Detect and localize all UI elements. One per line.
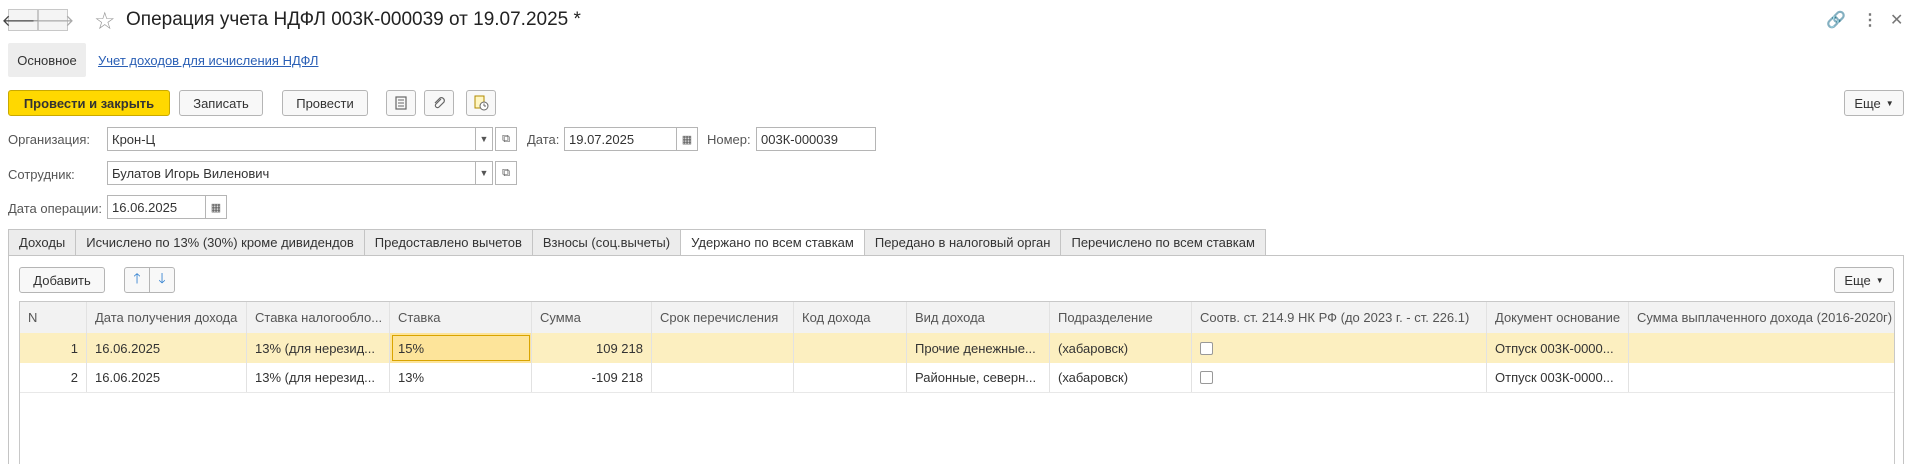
cell-date[interactable]: 16.06.2025 bbox=[87, 363, 247, 392]
cell-dept[interactable]: (хабаровск) bbox=[1050, 333, 1192, 363]
cell-rate[interactable]: 15% bbox=[390, 333, 532, 363]
checkbox[interactable] bbox=[1200, 371, 1213, 384]
cell-214-checkbox-cell bbox=[1192, 363, 1487, 392]
cell-date[interactable]: 16.06.2025 bbox=[87, 333, 247, 363]
org-dropdown-button[interactable]: ▼ bbox=[475, 127, 493, 151]
document-clock-icon bbox=[474, 95, 489, 111]
org-label: Организация: bbox=[8, 132, 91, 147]
tab-income[interactable]: Доходы bbox=[8, 229, 76, 256]
more-button[interactable]: Еще ▼ bbox=[1844, 90, 1904, 116]
tab-contributions[interactable]: Взносы (соц.вычеты) bbox=[531, 229, 681, 256]
withheld-table: N Дата получения дохода Ставка налогообл… bbox=[19, 301, 1895, 464]
calendar-icon: ▦ bbox=[681, 133, 693, 146]
employee-field[interactable]: Булатов Игорь Виленович bbox=[107, 161, 476, 185]
tab-transferred-tax-authority[interactable]: Передано в налоговый орган bbox=[863, 229, 1061, 256]
table-row[interactable]: 1 16.06.2025 13% (для нерезид... 15% 109… bbox=[20, 333, 1894, 364]
tab-deductions[interactable]: Предоставлено вычетов bbox=[363, 229, 532, 256]
date-label: Дата: bbox=[527, 132, 560, 147]
more-vertical-icon[interactable]: ⋮ bbox=[1862, 10, 1878, 30]
employee-label: Сотрудник: bbox=[8, 167, 75, 182]
section-main[interactable]: Основное bbox=[8, 43, 86, 77]
arrow-up-icon: 🡑 bbox=[133, 270, 141, 286]
employee-dropdown-button[interactable]: ▼ bbox=[475, 161, 493, 185]
cell-paid[interactable] bbox=[1629, 333, 1894, 363]
date-field[interactable]: 19.07.2025 bbox=[564, 127, 678, 151]
employee-open-button[interactable]: ⧉ bbox=[495, 161, 517, 185]
table-row[interactable]: 2 16.06.2025 13% (для нерезид... 13% -10… bbox=[20, 363, 1894, 393]
col-header[interactable]: Сумма выплаченного дохода (2016-2020г) bbox=[1629, 302, 1894, 333]
cell-dept[interactable]: (хабаровск) bbox=[1050, 363, 1192, 392]
operation-date-field[interactable]: 16.06.2025 bbox=[107, 195, 207, 219]
cell-term[interactable] bbox=[652, 363, 794, 392]
cell-kind[interactable]: Прочие денежные... bbox=[907, 333, 1050, 363]
paperclip-icon bbox=[434, 97, 445, 109]
checkbox[interactable] bbox=[1200, 341, 1213, 355]
cell-rate-type[interactable]: 13% (для нерезид... bbox=[247, 333, 390, 363]
section-link-ndfl-income[interactable]: Учет доходов для исчисления НДФЛ bbox=[98, 53, 318, 68]
table-header: N Дата получения дохода Ставка налогообл… bbox=[20, 302, 1894, 334]
col-header[interactable]: N bbox=[20, 302, 87, 333]
arrow-down-icon: 🡓 bbox=[158, 270, 166, 286]
window-title: Операция учета НДФЛ 003К-000039 от 19.07… bbox=[126, 9, 581, 30]
tab-withheld[interactable]: Удержано по всем ставкам bbox=[680, 229, 864, 256]
tab-paid-all-rates[interactable]: Перечислено по всем ставкам bbox=[1060, 229, 1266, 256]
org-field[interactable]: Крон-Ц bbox=[107, 127, 476, 151]
col-header[interactable]: Код дохода bbox=[794, 302, 907, 333]
tab-bar: Доходы Исчислено по 13% (30%) кроме диви… bbox=[8, 229, 1266, 256]
cell-code[interactable] bbox=[794, 363, 907, 392]
cell-214-checkbox-cell bbox=[1192, 333, 1487, 363]
chevron-down-icon: ▼ bbox=[1875, 275, 1884, 285]
col-header[interactable]: Соотв. ст. 214.9 НК РФ (до 2023 г. - ст.… bbox=[1192, 302, 1487, 333]
cell-code[interactable] bbox=[794, 333, 907, 363]
col-header[interactable]: Подразделение bbox=[1050, 302, 1192, 333]
close-icon[interactable]: ✕ bbox=[1890, 10, 1903, 30]
col-header[interactable]: Ставка налогообло... bbox=[247, 302, 390, 333]
move-down-button[interactable]: 🡓 bbox=[149, 267, 175, 293]
cell-term[interactable] bbox=[652, 333, 794, 363]
document-print-button[interactable] bbox=[466, 90, 496, 116]
chevron-down-icon: ▼ bbox=[479, 134, 489, 144]
number-label: Номер: bbox=[707, 132, 751, 147]
cell-n[interactable]: 2 bbox=[20, 363, 87, 392]
number-field[interactable]: 003К-000039 bbox=[756, 127, 876, 151]
col-header[interactable]: Ставка bbox=[390, 302, 532, 333]
tab-calculated-13[interactable]: Исчислено по 13% (30%) кроме дивидендов bbox=[75, 229, 364, 256]
table-more-button[interactable]: Еще ▼ bbox=[1834, 267, 1894, 293]
cell-rate-type[interactable]: 13% (для нерезид... bbox=[247, 363, 390, 392]
favorite-star-icon[interactable]: ☆ bbox=[94, 7, 116, 36]
save-button[interactable]: Записать bbox=[179, 90, 263, 116]
cell-paid[interactable] bbox=[1629, 363, 1894, 392]
cell-kind[interactable]: Районные, северн... bbox=[907, 363, 1050, 392]
open-link-icon: ⧉ bbox=[502, 132, 510, 145]
open-link-icon: ⧉ bbox=[502, 166, 510, 179]
attach-button[interactable] bbox=[424, 90, 454, 116]
forward-button[interactable]: 🡒 bbox=[32, 9, 74, 31]
chevron-down-icon: ▼ bbox=[479, 168, 489, 178]
add-button[interactable]: Добавить bbox=[19, 267, 105, 293]
operation-date-calendar-button[interactable]: ▦ bbox=[205, 195, 227, 219]
col-header[interactable]: Вид дохода bbox=[907, 302, 1050, 333]
cell-doc[interactable]: Отпуск 003К-0000... bbox=[1487, 333, 1629, 363]
cell-sum[interactable]: -109 218 bbox=[532, 363, 652, 392]
cell-n[interactable]: 1 bbox=[20, 333, 87, 363]
post-and-close-button[interactable]: Провести и закрыть bbox=[8, 90, 170, 116]
report-button[interactable] bbox=[386, 90, 416, 116]
chevron-down-icon: ▼ bbox=[1885, 98, 1894, 108]
col-header[interactable]: Сумма bbox=[532, 302, 652, 333]
post-button[interactable]: Провести bbox=[282, 90, 368, 116]
link-icon[interactable]: 🔗 bbox=[1826, 10, 1846, 30]
document-list-icon bbox=[395, 96, 407, 110]
move-up-button[interactable]: 🡑 bbox=[124, 267, 150, 293]
col-header[interactable]: Срок перечисления bbox=[652, 302, 794, 333]
cell-rate[interactable]: 13% bbox=[390, 363, 532, 392]
org-open-button[interactable]: ⧉ bbox=[495, 127, 517, 151]
arrow-right-icon: 🡒 bbox=[31, 12, 75, 30]
calendar-icon: ▦ bbox=[210, 201, 222, 214]
operation-date-label: Дата операции: bbox=[8, 201, 102, 216]
col-header[interactable]: Документ основание bbox=[1487, 302, 1629, 333]
date-calendar-button[interactable]: ▦ bbox=[676, 127, 698, 151]
cell-sum[interactable]: 109 218 bbox=[532, 333, 652, 363]
cell-doc[interactable]: Отпуск 003К-0000... bbox=[1487, 363, 1629, 392]
col-header[interactable]: Дата получения дохода bbox=[87, 302, 247, 333]
